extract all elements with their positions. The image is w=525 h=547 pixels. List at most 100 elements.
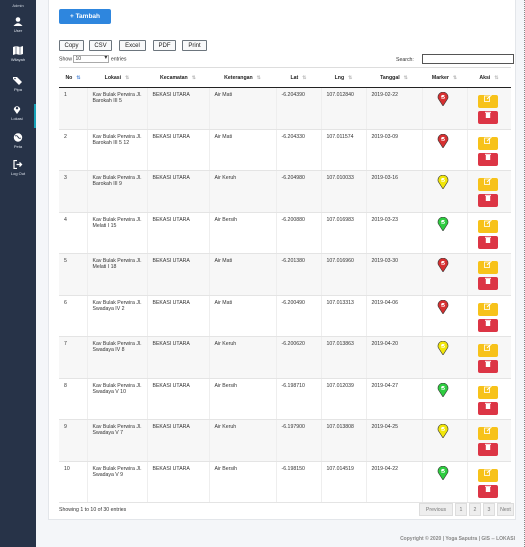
cell-lokasi: Kav Bulak Perwira Jl. Barokah III 5 12 [87, 129, 148, 171]
edit-button[interactable] [477, 136, 498, 150]
header-no[interactable]: No ⇅ [59, 67, 87, 88]
table-row: 2 Kav Bulak Perwira Jl. Barokah III 5 12 B… [59, 129, 511, 171]
cell-keterangan: Air Bersih [209, 212, 277, 254]
cell-lat: -6.200490 [276, 295, 322, 337]
edit-button[interactable] [477, 427, 498, 440]
cell-lat: -6.200880 [276, 212, 322, 254]
cell-no: 6 [59, 295, 88, 337]
edit-button[interactable] [477, 302, 498, 316]
entries-select[interactable]: 10 [73, 55, 110, 63]
cell-aksi [467, 87, 511, 130]
sidebar-item-lokasi[interactable]: Lokasi [0, 104, 36, 128]
map-icon [13, 46, 23, 55]
pagination-page-3[interactable]: 3 [483, 503, 495, 516]
cell-aksi [467, 295, 511, 337]
header-lokasi[interactable]: Lokasi ⇅ [87, 67, 147, 88]
trash-icon [484, 319, 491, 326]
cell-lokasi: Kav Bulak Perwira Jl. Melati I 15 [87, 212, 148, 254]
sidebar-item-user[interactable]: User [0, 17, 36, 33]
map-marker-icon [13, 106, 21, 114]
cell-marker [422, 461, 468, 503]
cell-kecamatan: BEKASI UTARA [147, 129, 210, 171]
delete-button[interactable] [477, 194, 498, 207]
delete-button[interactable] [477, 401, 498, 415]
delete-button[interactable] [477, 484, 498, 498]
edit-button[interactable] [477, 95, 498, 108]
cell-marker [422, 253, 468, 296]
edit-button[interactable] [477, 261, 498, 274]
cell-keterangan: Air Bersih [209, 378, 277, 420]
sidebar-item-label: User [13, 28, 23, 33]
cell-marker [422, 129, 468, 171]
cell-tanggal: 2019-04-27 [366, 378, 423, 420]
edit-button[interactable] [477, 219, 498, 233]
sidebar-item-wilayah[interactable]: Wilayah [0, 46, 36, 62]
tags-icon [13, 77, 22, 85]
cell-keterangan: Air Mati [209, 129, 277, 171]
cell-lat: -6.198150 [276, 461, 322, 503]
edit-button[interactable] [477, 385, 498, 399]
table-row: 9 Kav Bulak Perwira Jl. Swadaya V 7 BEKASI… [59, 419, 511, 462]
cell-marker [422, 419, 468, 462]
cell-tanggal: 2019-02-22 [366, 87, 423, 130]
search-label: Search: [396, 57, 414, 63]
header-keterangan[interactable]: Keterangan ⇅ [209, 67, 276, 88]
table-row: 6 Kav Bulak Perwira Jl. Swadaya IV 2 BEKAS… [59, 295, 511, 337]
copy-button[interactable]: Copy [59, 40, 84, 51]
cell-aksi [467, 253, 511, 296]
csv-button[interactable]: CSV [89, 40, 112, 51]
pagination-previous[interactable]: Previous [419, 503, 453, 516]
edit-icon [483, 261, 492, 268]
cell-no: 7 [59, 336, 88, 379]
pagination-page-1[interactable]: 1 [455, 503, 467, 516]
cell-keterangan: Air Keruh [209, 336, 277, 379]
edit-icon [483, 302, 492, 310]
cell-aksi [467, 461, 511, 503]
excel-button[interactable]: Excel [119, 40, 146, 51]
map-marker-icon [437, 423, 449, 439]
cell-lat: -6.198710 [276, 378, 322, 420]
cell-keterangan: Air Mati [209, 87, 277, 130]
header-kecamatan[interactable]: Kecamatan ⇅ [147, 67, 209, 88]
delete-button[interactable] [477, 443, 498, 456]
edit-button[interactable] [477, 178, 498, 191]
edit-button[interactable] [477, 468, 498, 482]
header-marker[interactable]: Marker ⇅ [422, 67, 467, 88]
cell-keterangan: Air Keruh [209, 170, 277, 213]
print-button[interactable]: Print [182, 40, 207, 51]
map-marker-icon [437, 91, 449, 107]
cell-lat: -6.201380 [276, 253, 322, 296]
delete-button[interactable] [477, 152, 498, 166]
delete-button[interactable] [477, 111, 498, 124]
cell-no: 8 [59, 378, 88, 420]
cell-tanggal: 2019-04-25 [366, 419, 423, 462]
trash-icon [484, 443, 491, 450]
header-lng[interactable]: Lng ⇅ [321, 67, 366, 88]
pagination-page-2[interactable]: 2 [469, 503, 481, 516]
delete-button[interactable] [477, 235, 498, 249]
sidebar-item-logout[interactable]: Log Out [0, 160, 36, 176]
header-aksi[interactable]: Aksi ⇅ [467, 67, 511, 88]
cell-lng: 107.013808 [321, 419, 367, 462]
cell-kecamatan: BEKASI UTARA [147, 212, 210, 254]
delete-button[interactable] [477, 318, 498, 332]
sidebar-item-label: Lokasi [11, 116, 23, 121]
header-tanggal[interactable]: Tanggal ⇅ [366, 67, 422, 88]
add-button[interactable]: + Tambah [59, 9, 111, 24]
header-lat[interactable]: Lat ⇅ [276, 67, 321, 88]
pagination-next[interactable]: Next [497, 503, 514, 516]
table-row: 7 Kav Bulak Perwira Jl. Swadaya IV 8 BEKAS… [59, 336, 511, 379]
cell-lng: 107.012840 [321, 87, 367, 130]
sidebar-item-peta[interactable]: Peta [0, 133, 36, 149]
sidebar-item-pipa[interactable]: Pipa [0, 76, 36, 92]
pdf-button[interactable]: PDF [153, 40, 176, 51]
delete-button[interactable] [477, 360, 498, 373]
edit-button[interactable] [477, 344, 498, 357]
edit-icon [483, 385, 492, 393]
entries-length-control: Show 10 entries [59, 55, 126, 63]
search-input[interactable] [422, 54, 514, 64]
cell-aksi [467, 378, 511, 420]
delete-button[interactable] [477, 277, 498, 290]
cell-lokasi: Kav Bulak Perwira Jl. Barokah III 5 [87, 87, 148, 130]
cell-lat: -6.204980 [276, 170, 322, 213]
